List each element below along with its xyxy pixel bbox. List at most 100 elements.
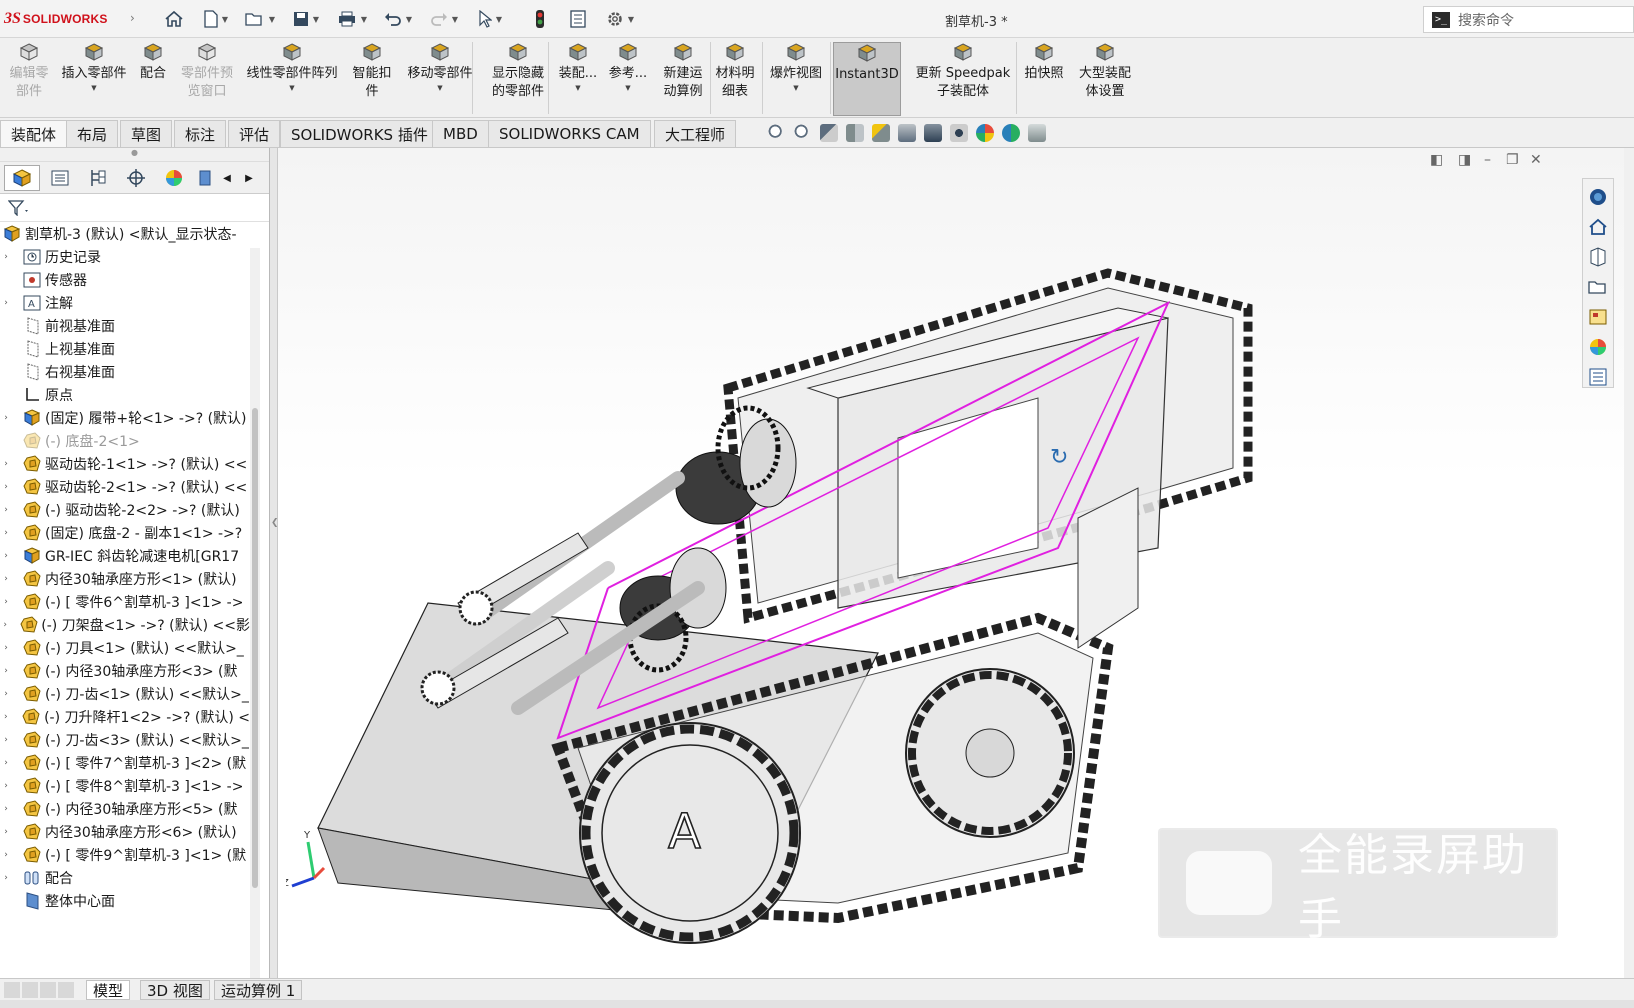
tab-5[interactable]: SOLIDWORKS 插件 [280,120,439,147]
ribbon-button-2[interactable]: 配合 [134,42,172,116]
dimxpert-tab-icon[interactable] [118,165,154,191]
expand-arrow-icon[interactable]: › [0,459,12,469]
tree-item[interactable]: (-) 底盘-2<1> [0,429,250,452]
tabs-scroll-right-icon[interactable]: ▶ [240,165,258,191]
view-orientation-icon[interactable] [898,124,916,142]
ribbon-button-12[interactable]: 爆炸视图 ▼ [765,42,827,116]
expand-arrow-icon[interactable]: › [0,505,12,515]
expand-arrow-icon[interactable]: › [0,528,12,538]
display-style-icon[interactable] [924,124,942,142]
tabs-scroll-left-icon[interactable]: ◀ [218,165,236,191]
sheet-nav-arrows[interactable] [4,982,80,998]
expand-arrow-icon[interactable]: › [0,804,12,814]
dropdown-arrow-icon[interactable]: ▼ [625,83,630,93]
view-palette-icon[interactable] [1586,305,1610,329]
zoom-to-fit-icon[interactable] [768,124,786,142]
home-pane-icon[interactable] [1586,215,1610,239]
dropdown-arrow-icon[interactable]: ▼ [793,83,798,93]
solidworks-logo[interactable]: 3S SOLIDWORKS [4,8,108,30]
cam-tab-icon[interactable] [194,165,216,191]
expand-arrow-icon[interactable]: › [0,574,12,584]
menu-expand-icon[interactable]: › [130,11,135,25]
ribbon-button-9[interactable]: 参考... ▼ [606,42,650,116]
hide-show-items-icon[interactable] [950,124,968,142]
dynamic-annotation-icon[interactable] [872,124,890,142]
tree-item[interactable]: › (-) [ 零件7^割草机-3 ]<2> (默 [0,751,250,774]
ribbon-button-8[interactable]: 装配... ▼ [556,42,600,116]
expand-arrow-icon[interactable]: › [0,482,12,492]
property-manager-tab-icon[interactable] [42,165,78,191]
ribbon-button-10[interactable]: 新建运 动算例 [658,42,708,116]
tree-item[interactable]: › GR-IEC 斜齿轮减速电机[GR17 [0,544,250,567]
tab-1[interactable]: 布局 [66,120,119,147]
ribbon-button-13[interactable]: Instant3D [833,42,901,116]
expand-arrow-icon[interactable]: › [0,758,12,768]
open-icon[interactable]: ▼ [240,6,280,32]
tree-item[interactable]: › A 注解 [0,291,250,314]
tree-item[interactable]: › (-) 驱动齿轮-2<2> ->? (默认) [0,498,250,521]
dropdown-arrow-icon[interactable]: ▼ [575,83,580,93]
tree-item[interactable]: › 内径30轴承座方形<6> (默认) [0,820,250,843]
last-tab-icon[interactable] [58,982,74,998]
zoom-area-icon[interactable] [794,124,812,142]
ribbon-button-15[interactable]: 拍快照 [1022,42,1066,116]
tree-item[interactable]: › (-) [ 零件6^割草机-3 ]<1> -> [0,590,250,613]
apply-scene-icon[interactable] [1002,124,1020,142]
tree-scrollbar[interactable] [250,248,260,978]
ribbon-button-4[interactable]: 线性零部件阵列 ▼ [240,42,344,116]
tree-item[interactable]: 原点 [0,383,250,406]
solidworks-resources-icon[interactable] [1586,185,1610,209]
tab-3[interactable]: 标注 [174,120,227,147]
tree-item[interactable]: 整体中心面 [0,889,250,912]
ribbon-button-3[interactable]: 零部件预 览窗口 [176,42,238,116]
tree-item[interactable]: › (-) 刀升降杆1<2> ->? (默认) < [0,705,250,728]
next-tab-icon[interactable] [40,982,56,998]
ribbon-button-0[interactable]: 编辑零 部件 [4,42,54,116]
tree-item[interactable]: › 驱动齿轮-1<1> ->? (默认) << [0,452,250,475]
expand-arrow-icon[interactable]: › [0,712,12,722]
tab-6[interactable]: MBD [432,120,489,147]
graphics-viewport[interactable]: ◧ ◨ – ❐ ✕ A ↻ Y 全能录屏助手 [278,148,1624,978]
save-icon[interactable]: ▼ [286,6,326,32]
tree-item[interactable]: › (-) 刀具<1> (默认) <<默认>_ [0,636,250,659]
ribbon-button-6[interactable]: 移动零部件 ▼ [398,42,482,116]
tree-item[interactable]: › 配合 [0,866,250,889]
expand-arrow-icon[interactable]: › [0,413,12,423]
view-settings-icon[interactable] [1028,124,1046,142]
section-view-icon[interactable] [846,124,864,142]
redo-icon[interactable]: ▼ [424,6,464,32]
expand-arrow-icon[interactable]: › [0,597,12,607]
tree-item[interactable]: › (-) 内径30轴承座方形<5> (默 [0,797,250,820]
first-tab-icon[interactable] [4,982,20,998]
collapse-handle-icon[interactable]: ❮ [271,518,279,540]
select-icon[interactable]: ▼ [470,6,510,32]
display-manager-tab-icon[interactable] [156,165,192,191]
tree-item[interactable]: 前视基准面 [0,314,250,337]
expand-arrow-icon[interactable]: › [0,666,12,676]
tree-item[interactable]: › (-) [ 零件8^割草机-3 ]<1> -> [0,774,250,797]
ribbon-button-7[interactable]: 显示隐藏 的零部件 [484,42,552,116]
tree-item[interactable]: 上视基准面 [0,337,250,360]
expand-arrow-icon[interactable]: › [0,643,12,653]
expand-arrow-icon[interactable]: › [0,850,12,860]
tree-item[interactable]: › (-) [ 零件9^割草机-3 ]<1> (默 [0,843,250,866]
dropdown-arrow-icon[interactable]: ▼ [91,83,96,93]
edit-appearance-icon[interactable] [976,124,994,142]
tree-item[interactable]: 右视基准面 [0,360,250,383]
ribbon-button-11[interactable]: 材料明 细表 [712,42,758,116]
tab-0[interactable]: 装配体 [0,120,68,147]
file-explorer-icon[interactable] [1586,275,1610,299]
print-icon[interactable]: ▼ [332,6,372,32]
tree-item[interactable]: › (-) 刀-齿<1> (默认) <<默认>_ [0,682,250,705]
expand-arrow-icon[interactable]: › [0,620,10,630]
rebuild-icon[interactable] [530,6,550,32]
new-document-icon[interactable]: ▼ [196,6,236,32]
expand-arrow-icon[interactable]: › [0,781,12,791]
dropdown-arrow-icon[interactable]: ▼ [289,83,294,93]
expand-arrow-icon[interactable]: › [0,827,12,837]
tree-scroll-thumb[interactable] [252,408,258,888]
expand-arrow-icon[interactable]: › [0,873,12,883]
tree-item[interactable]: › 内径30轴承座方形<1> (默认) [0,567,250,590]
expand-arrow-icon[interactable]: › [0,252,12,262]
panel-splitter[interactable]: ❮ [270,148,279,978]
